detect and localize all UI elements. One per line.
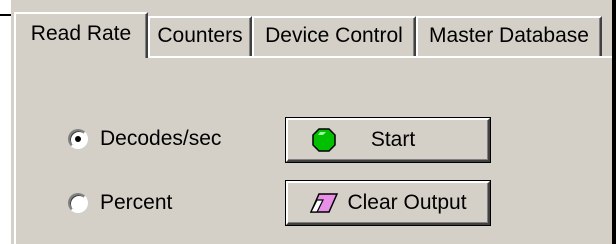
left-edge — [0, 0, 11, 244]
radio-decodes-per-sec[interactable]: Decodes/sec — [68, 126, 221, 152]
radio-percent[interactable]: Percent — [68, 190, 172, 216]
tab-read-rate[interactable]: Read Rate — [14, 12, 148, 58]
read-rate-panel: Decodes/sec Percent Start Clear Output — [14, 56, 612, 244]
start-button-label: Start — [370, 128, 416, 151]
eraser-icon — [309, 192, 339, 214]
tab-label: Read Rate — [30, 22, 132, 45]
radio-label: Decodes/sec — [100, 127, 222, 150]
clear-output-button[interactable]: Clear Output — [286, 181, 490, 225]
green-octagon-icon — [312, 128, 336, 152]
radio-label: Percent — [100, 191, 173, 214]
radio-button-unchecked[interactable] — [68, 193, 88, 213]
tab-label: Master Database — [429, 24, 589, 47]
radio-button-checked[interactable] — [68, 129, 88, 149]
tab-label: Device Control — [265, 24, 403, 47]
tab-label: Counters — [157, 24, 243, 47]
left-edge-line — [0, 14, 11, 16]
tab-counters[interactable]: Counters — [148, 16, 252, 56]
top-strip — [11, 0, 612, 12]
tab-master-database[interactable]: Master Database — [416, 16, 602, 56]
start-button[interactable]: Start — [286, 118, 490, 162]
tab-strip: Read Rate Counters Device Control Master… — [14, 12, 614, 58]
tab-device-control[interactable]: Device Control — [252, 16, 416, 56]
dialog-window: Read Rate Counters Device Control Master… — [0, 0, 616, 244]
clear-output-button-label: Clear Output — [347, 191, 467, 214]
